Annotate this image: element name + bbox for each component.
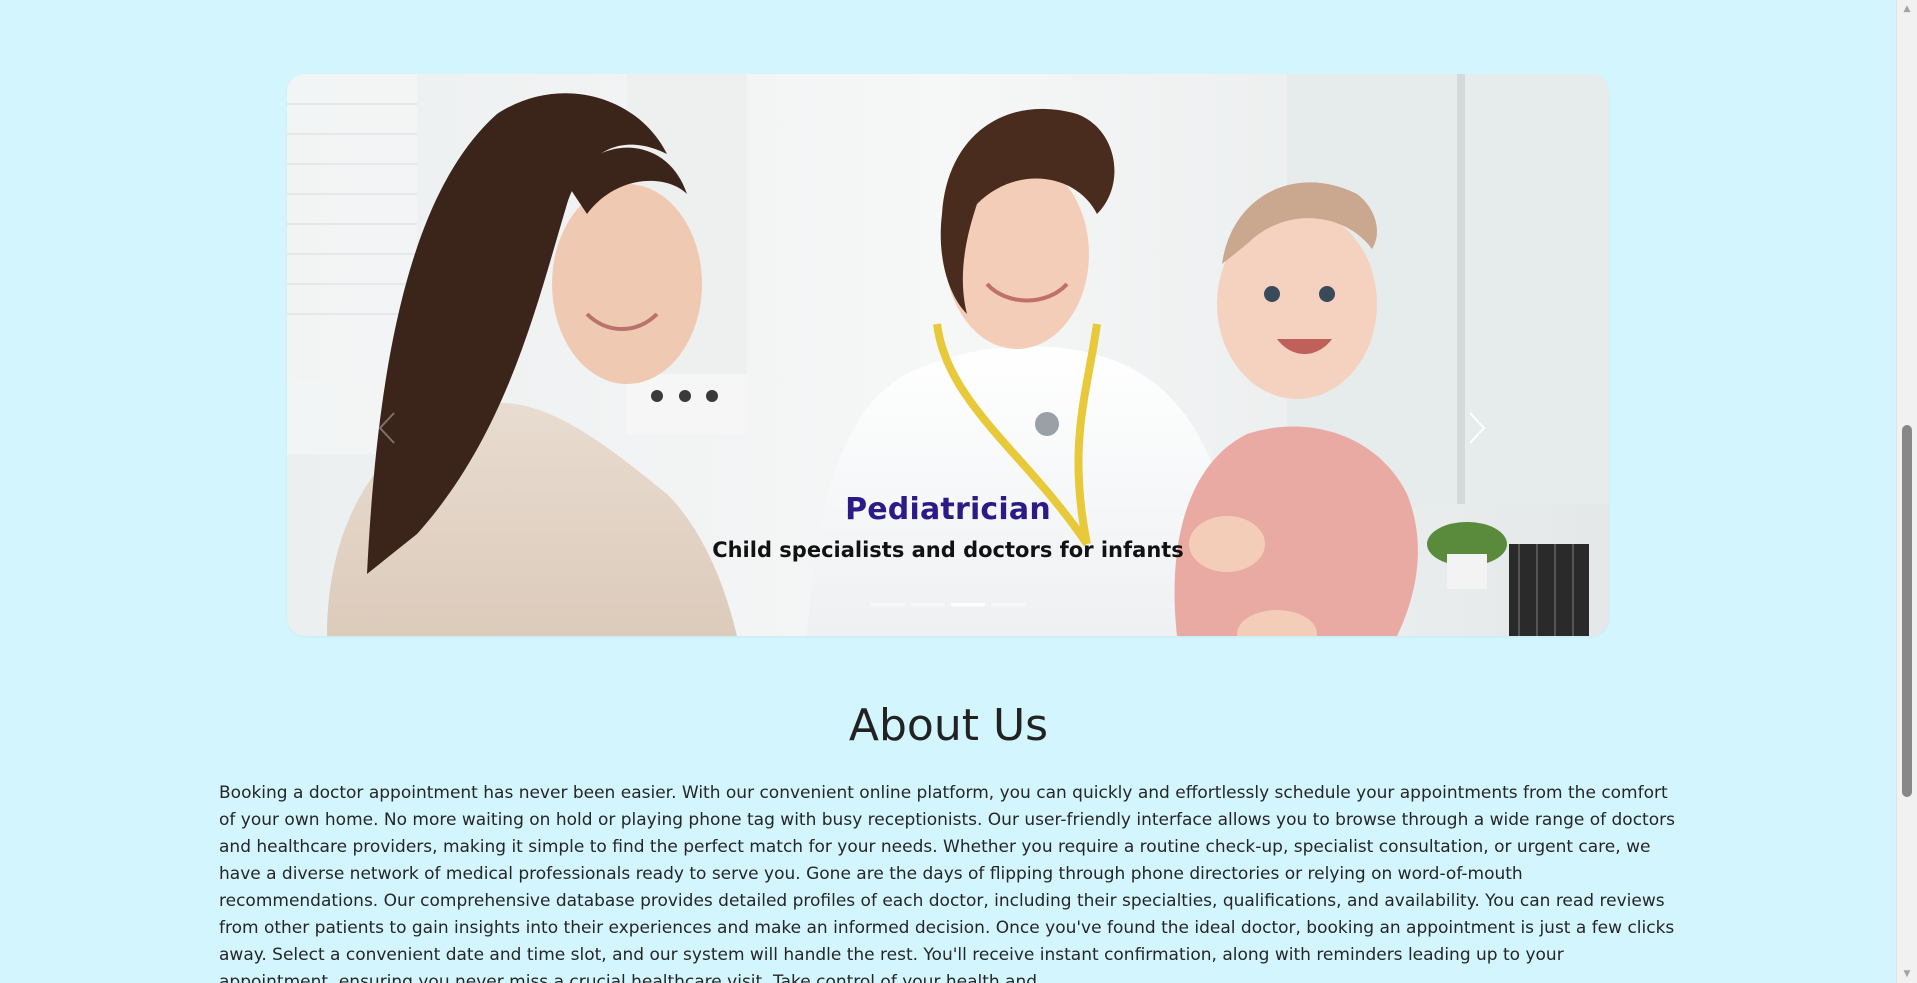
carousel-indicator-3[interactable] [951, 603, 985, 606]
carousel-indicator-1[interactable] [871, 603, 905, 606]
carousel-caption: Pediatrician Child specialists and docto… [287, 490, 1609, 564]
about-heading: About Us [848, 700, 1049, 751]
carousel-indicator-2[interactable] [911, 603, 945, 606]
caption-subtitle: Child specialists and doctors for infant… [712, 538, 1184, 562]
caption-title: Pediatrician [845, 492, 1051, 527]
page: Pediatrician Child specialists and docto… [0, 0, 1917, 983]
carousel-next-button[interactable] [1457, 404, 1497, 452]
scroll-up-arrow-icon[interactable]: ▲ [1897, 0, 1917, 18]
about-paragraph: Booking a doctor appointment has never b… [219, 783, 1675, 983]
scroll-thumb[interactable] [1902, 425, 1912, 797]
carousel-indicator-4[interactable] [991, 603, 1025, 606]
carousel-prev-button[interactable] [367, 404, 407, 452]
carousel-indicators [287, 603, 1609, 606]
chevron-left-icon [378, 412, 395, 444]
chevron-right-icon [1469, 412, 1486, 444]
vertical-scrollbar[interactable]: ▲ ▼ [1896, 0, 1917, 983]
hero-carousel: Pediatrician Child specialists and docto… [287, 74, 1609, 636]
scroll-down-arrow-icon[interactable]: ▼ [1897, 965, 1917, 983]
